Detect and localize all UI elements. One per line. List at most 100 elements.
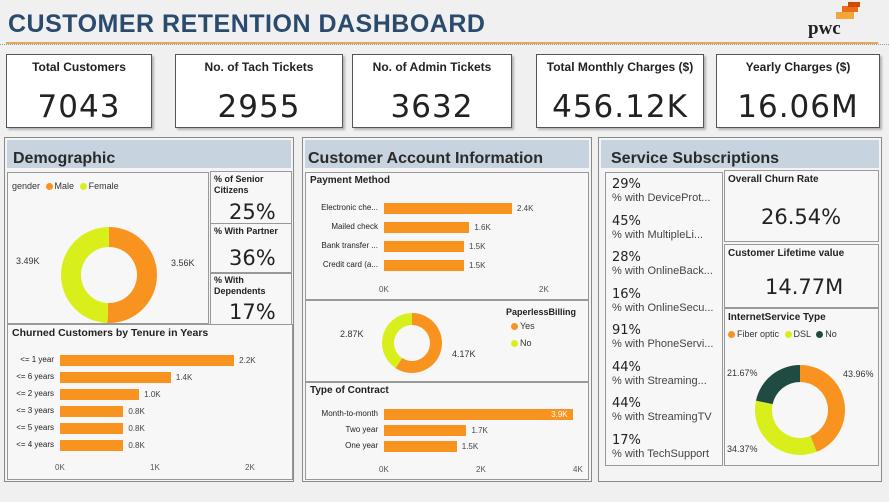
no-legend-label: No <box>520 338 532 348</box>
contract-bar-value: 3.9K <box>551 410 568 419</box>
contract-axis-tick: 0K <box>379 465 389 474</box>
service-item: 29%% with DeviceProt... <box>612 177 710 204</box>
contract-bar-value: 1.5K <box>461 442 479 451</box>
paperless-chart-card: 2.87K 4.17K PaperlessBilling Yes No <box>305 300 589 382</box>
kpi-admin-tickets: No. of Admin Tickets 3632 <box>352 54 512 128</box>
churn-label: Overall Churn Rate <box>728 174 819 185</box>
services-panel: Service Subscriptions 29%% with DevicePr… <box>598 137 882 482</box>
gender-donut[interactable] <box>8 173 210 325</box>
kpi-monthly-charges: Total Monthly Charges ($) 456.12K <box>536 54 704 128</box>
dependents-value: 17% <box>229 300 276 324</box>
tenure-bar-row[interactable]: <= 4 years 0.8K <box>16 438 250 452</box>
paperless-legend-no[interactable]: No <box>511 338 532 348</box>
tenure-bar-label: <= 4 years <box>16 440 54 449</box>
payment-bar-row[interactable]: Mailed check 1.6K <box>331 220 544 234</box>
payment-bar-value: 1.6K <box>474 223 491 232</box>
service-percent: 44% <box>612 396 641 411</box>
tenure-bar-label: <= 2 years <box>16 389 54 398</box>
payment-bar-row[interactable]: Credit card (a... 1.5K <box>323 258 544 272</box>
tenure-bar[interactable] <box>60 372 171 383</box>
dotted-divider <box>0 44 889 50</box>
contract-axis-tick: 2K <box>476 465 486 474</box>
service-percent: 91% <box>612 323 641 338</box>
tenure-bar-row[interactable]: <= 1 year 2.2K <box>20 353 256 367</box>
churn-value: 26.54% <box>761 205 842 229</box>
payment-bar[interactable] <box>384 260 464 271</box>
internet-service-card: InternetService Type Fiber optic DSL No … <box>724 308 879 466</box>
internet-no-value: 21.67% <box>727 368 758 378</box>
service-label: % with TechSupport <box>612 447 710 460</box>
contract-bar-row[interactable]: Two year 1.7K <box>346 423 578 437</box>
payment-bar-value: 1.5K <box>469 242 486 251</box>
contract-bar[interactable] <box>384 425 467 436</box>
tenure-bar-row[interactable]: <= 2 years 1.0K <box>16 387 250 401</box>
service-label: % with Streaming... <box>612 374 707 387</box>
payment-axis-tick: 0K <box>379 285 389 294</box>
yes-legend-label: Yes <box>520 321 535 331</box>
ltv-label: Customer Lifetime value <box>728 248 845 259</box>
account-panel: Customer Account Information Payment Met… <box>302 137 592 482</box>
tenure-bar-label: <= 3 years <box>16 406 54 415</box>
contract-bar-row[interactable]: Month-to-month 3.9K <box>322 407 578 421</box>
paperless-legend-yes[interactable]: Yes <box>511 321 535 331</box>
male-slice[interactable] <box>107 227 157 323</box>
contract-bar-label: One year <box>345 441 378 450</box>
internet-dsl-value: 34.37% <box>727 444 758 454</box>
tenure-bar[interactable] <box>60 440 124 451</box>
payment-bar[interactable] <box>384 241 464 252</box>
payment-bar-row[interactable]: Bank transfer ... 1.5K <box>322 239 544 253</box>
senior-citizens-card: % of Senior Citizens 25% <box>210 171 292 225</box>
ltv-card: Customer Lifetime value 14.77M <box>724 244 879 308</box>
tenure-title: Churned Customers by Tenure in Years <box>12 327 209 339</box>
gender-chart-card: gender Male Female 3.49K 3.56K <box>7 172 209 324</box>
payment-bar-row[interactable]: Electronic che... 2.4K <box>321 201 544 215</box>
tenure-bar[interactable] <box>60 355 235 366</box>
tenure-bar[interactable] <box>60 389 140 400</box>
kpi-tech-tickets: No. of Tach Tickets 2955 <box>175 54 343 128</box>
contract-axis-tick: 4K <box>573 465 583 474</box>
tenure-axis-tick: 2K <box>245 463 255 472</box>
service-item: 28%% with OnlineBack... <box>612 250 713 277</box>
tenure-bar-row[interactable]: <= 3 years 0.8K <box>16 404 250 418</box>
kpi-label: Total Monthly Charges ($) <box>546 60 694 74</box>
female-slice[interactable] <box>60 227 109 323</box>
tenure-bar-label: <= 5 years <box>16 423 54 432</box>
contract-bar-row[interactable]: One year 1.5K <box>345 439 578 453</box>
dsl-slice[interactable] <box>755 400 817 455</box>
payment-bar-label: Electronic che... <box>321 203 378 212</box>
payment-bar-label: Credit card (a... <box>322 260 378 269</box>
kpi-value: 7043 <box>37 89 121 125</box>
service-percent: 16% <box>612 286 641 302</box>
tenure-bar[interactable] <box>60 423 124 434</box>
service-percent: 45% <box>612 213 641 229</box>
tenure-axis: 0K 1K 2K <box>55 463 255 475</box>
partner-card: % With Partner 36% <box>210 223 292 273</box>
no-internet-slice[interactable] <box>755 365 800 405</box>
kpi-label: No. of Admin Tickets <box>372 60 492 74</box>
paperless-no-slice[interactable] <box>382 313 412 369</box>
contract-bar[interactable] <box>384 409 574 420</box>
tenure-bar[interactable] <box>60 406 124 417</box>
no-legend-icon <box>511 340 518 348</box>
contract-bar-label: Two year <box>345 425 378 434</box>
kpi-value: 2955 <box>217 89 301 125</box>
tenure-bar-value: 0.8K <box>128 441 145 450</box>
service-label: % with DeviceProt... <box>612 192 711 204</box>
demographic-panel: Demographic gender Male Female 3.49K 3.5… <box>4 137 294 482</box>
service-label: % with OnlineBack... <box>612 265 713 277</box>
tenure-bar-row[interactable]: <= 6 years 1.4K <box>16 370 250 384</box>
contract-bar-label: Month-to-month <box>321 409 378 418</box>
payment-bar-label: Mailed check <box>331 222 378 231</box>
tenure-axis-tick: 1K <box>150 463 160 472</box>
payment-bar[interactable] <box>384 203 512 214</box>
gender-female-value: 3.49K <box>16 256 40 266</box>
gender-male-value: 3.56K <box>171 258 195 268</box>
payment-bar[interactable] <box>384 222 470 233</box>
ltv-value: 14.77M <box>765 275 844 299</box>
payment-bar-value: 2.4K <box>517 204 534 213</box>
tenure-bar-row[interactable]: <= 5 years 0.8K <box>16 421 250 435</box>
senior-label: % of Senior Citizens <box>214 174 264 195</box>
kpi-yearly-charges: Yearly Charges ($) 16.06M <box>716 54 880 128</box>
kpi-value: 456.12K <box>552 89 688 125</box>
contract-bar[interactable] <box>384 441 457 452</box>
